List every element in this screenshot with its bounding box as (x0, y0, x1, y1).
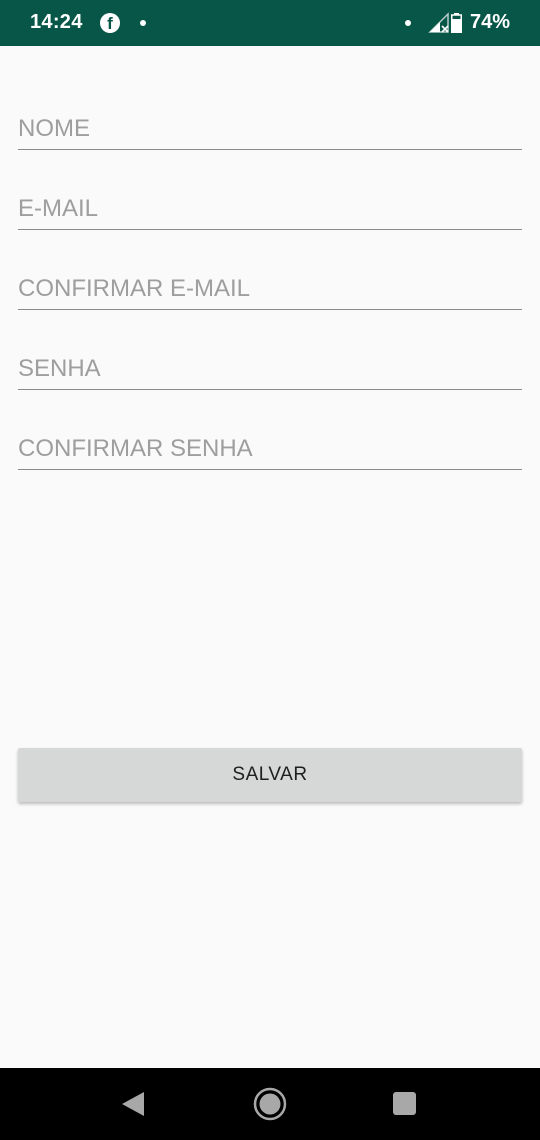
notification-dot-icon (405, 20, 411, 26)
status-time: 14:24 (30, 11, 83, 33)
confirm-email-field[interactable] (18, 260, 522, 310)
battery-percentage: 74% (470, 11, 511, 33)
notification-dot-icon (140, 20, 146, 26)
status-bar: 14:24 f 74% (0, 0, 540, 46)
name-field[interactable] (18, 100, 522, 150)
navigation-bar (0, 1068, 540, 1140)
save-button[interactable]: SALVAR (18, 748, 522, 802)
signal-icon (428, 12, 449, 33)
password-field[interactable] (18, 340, 522, 390)
confirm-password-field[interactable] (18, 420, 522, 470)
password-input[interactable] (18, 355, 522, 383)
recents-icon[interactable] (393, 1092, 416, 1115)
home-icon[interactable] (253, 1087, 287, 1121)
battery-icon (451, 13, 462, 33)
facebook-icon: f (100, 13, 120, 33)
email-input[interactable] (18, 195, 522, 223)
email-field[interactable] (18, 180, 522, 230)
confirm-password-input[interactable] (18, 435, 522, 463)
confirm-email-input[interactable] (18, 275, 522, 303)
app-screen: 14:24 f 74% SALVAR (0, 0, 540, 1140)
back-icon[interactable] (120, 1090, 146, 1118)
name-input[interactable] (18, 115, 522, 143)
